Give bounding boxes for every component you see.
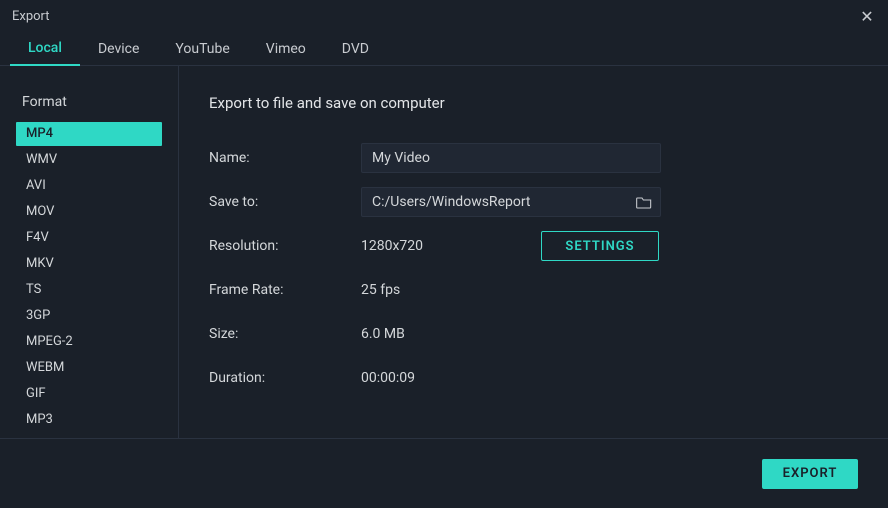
tab-dvd[interactable]: DVD [324,33,387,65]
titlebar: Export ✕ [0,0,888,32]
size-value: 6.0 MB [361,326,858,342]
format-item-mkv[interactable]: MKV [16,252,162,276]
saveto-field[interactable]: C:/Users/WindowsReport [361,187,661,217]
duration-value: 00:00:09 [361,370,858,386]
export-window: Export ✕ Local Device YouTube Vimeo DVD … [0,0,888,508]
saveto-value: C:/Users/WindowsReport [372,194,636,210]
tab-youtube[interactable]: YouTube [157,33,247,65]
format-list: MP4 WMV AVI MOV F4V MKV TS 3GP MPEG-2 WE… [16,122,162,432]
main-panel: Export to file and save on computer Name… [179,66,888,438]
format-item-ts[interactable]: TS [16,278,162,302]
settings-button[interactable]: SETTINGS [541,231,659,261]
row-size: Size: 6.0 MB [209,312,858,356]
resolution-label: Resolution: [209,238,361,254]
format-item-wmv[interactable]: WMV [16,148,162,172]
saveto-label: Save to: [209,194,361,210]
size-label: Size: [209,326,361,342]
tabbar: Local Device YouTube Vimeo DVD [0,32,888,66]
format-item-gif[interactable]: GIF [16,382,162,406]
duration-label: Duration: [209,370,361,386]
row-saveto: Save to: C:/Users/WindowsReport [209,180,858,224]
framerate-label: Frame Rate: [209,282,361,298]
name-input[interactable] [361,143,661,173]
body: Format MP4 WMV AVI MOV F4V MKV TS 3GP MP… [0,66,888,438]
framerate-value: 25 fps [361,282,858,298]
format-heading: Format [22,94,162,110]
close-icon[interactable]: ✕ [858,7,876,25]
format-item-mp3[interactable]: MP3 [16,408,162,432]
folder-icon[interactable] [636,195,652,209]
format-item-mp4[interactable]: MP4 [16,122,162,146]
row-resolution: Resolution: 1280x720 SETTINGS [209,224,858,268]
tab-vimeo[interactable]: Vimeo [248,33,324,65]
format-item-webm[interactable]: WEBM [16,356,162,380]
row-name: Name: [209,136,858,180]
row-duration: Duration: 00:00:09 [209,356,858,400]
fields: Name: Save to: C:/Users/WindowsReport Re… [209,136,858,438]
name-label: Name: [209,150,361,166]
format-item-avi[interactable]: AVI [16,174,162,198]
footer: EXPORT [0,438,888,508]
sidebar: Format MP4 WMV AVI MOV F4V MKV TS 3GP MP… [0,66,179,438]
window-title: Export [12,9,858,24]
export-button[interactable]: EXPORT [762,459,858,489]
format-item-mpeg2[interactable]: MPEG-2 [16,330,162,354]
format-item-3gp[interactable]: 3GP [16,304,162,328]
tab-device[interactable]: Device [80,33,157,65]
format-item-mov[interactable]: MOV [16,200,162,224]
main-heading: Export to file and save on computer [209,94,858,112]
tab-local[interactable]: Local [10,32,80,66]
format-item-f4v[interactable]: F4V [16,226,162,250]
row-framerate: Frame Rate: 25 fps [209,268,858,312]
